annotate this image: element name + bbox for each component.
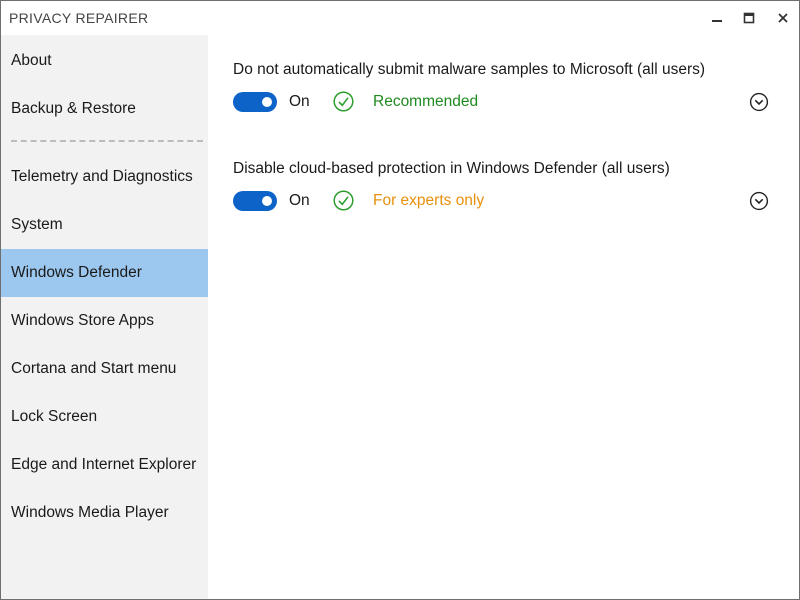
setting-title: Disable cloud-based protection in Window… — [233, 160, 670, 177]
window-title: PRIVACY REPAIRER — [9, 10, 149, 26]
sidebar-item-label: Windows Store Apps — [11, 312, 155, 329]
setting-toggle[interactable] — [233, 92, 277, 112]
close-icon — [778, 13, 788, 23]
sidebar-item-system[interactable]: System — [1, 201, 208, 249]
sidebar-item-backup-restore[interactable]: Backup & Restore — [1, 85, 208, 133]
sidebar-item-telemetry-diagnostics[interactable]: Telemetry and Diagnostics — [1, 153, 208, 201]
sidebar-item-label: Windows Defender — [11, 264, 142, 281]
close-button[interactable] — [767, 1, 799, 35]
maximize-button[interactable] — [733, 1, 765, 35]
sidebar-item-edge-internet-explorer[interactable]: Edge and Internet Explorer — [1, 441, 208, 489]
toggle-knob — [262, 97, 272, 107]
maximize-icon — [743, 12, 755, 24]
status-experts-only: For experts only — [373, 192, 485, 209]
check-circle-icon — [333, 190, 354, 211]
title-bar[interactable]: PRIVACY REPAIRER — [1, 1, 799, 35]
sidebar-item-cortana-start-menu[interactable]: Cortana and Start menu — [1, 345, 208, 393]
sidebar-item-label: About — [11, 52, 52, 69]
setting-toggle[interactable] — [233, 191, 277, 211]
sidebar-divider — [11, 140, 203, 142]
sidebar-item-label: Backup & Restore — [11, 100, 136, 117]
sidebar: About Backup & Restore Telemetry and Dia… — [1, 35, 208, 599]
sidebar-item-windows-store-apps[interactable]: Windows Store Apps — [1, 297, 208, 345]
sidebar-item-windows-defender[interactable]: Windows Defender — [1, 249, 208, 297]
sidebar-item-windows-media-player[interactable]: Windows Media Player — [1, 489, 208, 537]
sidebar-item-label: Cortana and Start menu — [11, 360, 177, 377]
sidebar-item-label: Windows Media Player — [11, 504, 169, 521]
setting-title: Do not automatically submit malware samp… — [233, 61, 706, 78]
sidebar-item-label: System — [11, 216, 63, 233]
main-content: Do not automatically submit malware samp… — [208, 35, 799, 599]
sidebar-item-label: Edge and Internet Explorer — [11, 456, 197, 473]
sidebar-item-about[interactable]: About — [1, 37, 208, 85]
toggle-knob — [262, 196, 272, 206]
toggle-state-label: On — [289, 192, 310, 209]
sidebar-item-label: Telemetry and Diagnostics — [11, 168, 193, 185]
toggle-state-label: On — [289, 93, 310, 110]
sidebar-item-label: Lock Screen — [11, 408, 98, 425]
chevron-down-circle-icon[interactable] — [749, 191, 769, 211]
minimize-icon — [712, 20, 722, 22]
status-recommended: Recommended — [373, 93, 479, 110]
check-circle-icon — [333, 91, 354, 112]
chevron-down-circle-icon[interactable] — [749, 92, 769, 112]
app-window: PRIVACY REPAIRER About Backup & Restore … — [0, 0, 800, 600]
sidebar-item-lock-screen[interactable]: Lock Screen — [1, 393, 208, 441]
minimize-button[interactable] — [701, 1, 733, 35]
